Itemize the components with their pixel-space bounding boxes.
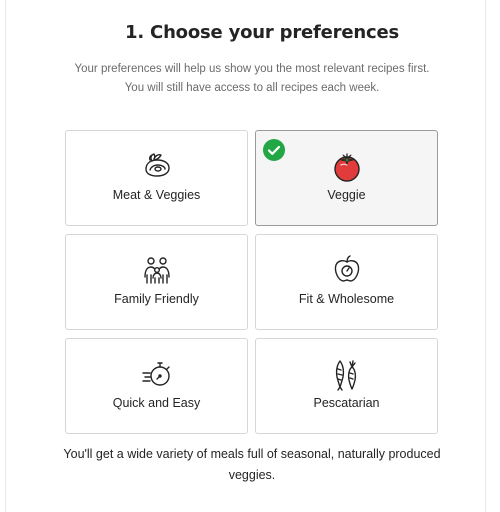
preference-card-quick-easy[interactable]: Quick and Easy [65, 338, 248, 434]
preference-label: Pescatarian [313, 396, 380, 410]
apple-scale-icon [330, 253, 364, 287]
preference-card-fit-wholesome[interactable]: Fit & Wholesome [255, 234, 438, 330]
tomato-icon [330, 149, 364, 183]
fish-carrot-icon [330, 357, 364, 391]
preferences-panel: 1. Choose your preferences Your preferen… [0, 0, 500, 512]
preference-card-meat-veggies[interactable]: Meat & Veggies [65, 130, 248, 226]
page-title: 1. Choose your preferences [125, 22, 399, 43]
preference-card-veggie[interactable]: Veggie [255, 130, 438, 226]
preference-label: Meat & Veggies [112, 188, 201, 202]
family-icon [140, 253, 174, 287]
preference-grid: Meat & Veggies Veggie Family Friendly Fi… [65, 130, 439, 434]
preference-card-pescatarian[interactable]: Pescatarian [255, 338, 438, 434]
panel-left-border [5, 0, 6, 512]
preference-label: Quick and Easy [112, 396, 201, 410]
check-icon [263, 139, 285, 161]
panel-right-border [485, 0, 486, 512]
selection-description: You'll get a wide variety of meals full … [63, 447, 441, 482]
preference-label: Fit & Wholesome [298, 292, 395, 306]
page-subtitle: Your preferences will help us show you t… [74, 63, 430, 94]
preference-card-family-friendly[interactable]: Family Friendly [65, 234, 248, 330]
meat-veggies-icon [140, 149, 174, 183]
preference-label: Veggie [327, 188, 366, 202]
preference-label: Family Friendly [114, 292, 199, 306]
stopwatch-icon [140, 357, 174, 391]
